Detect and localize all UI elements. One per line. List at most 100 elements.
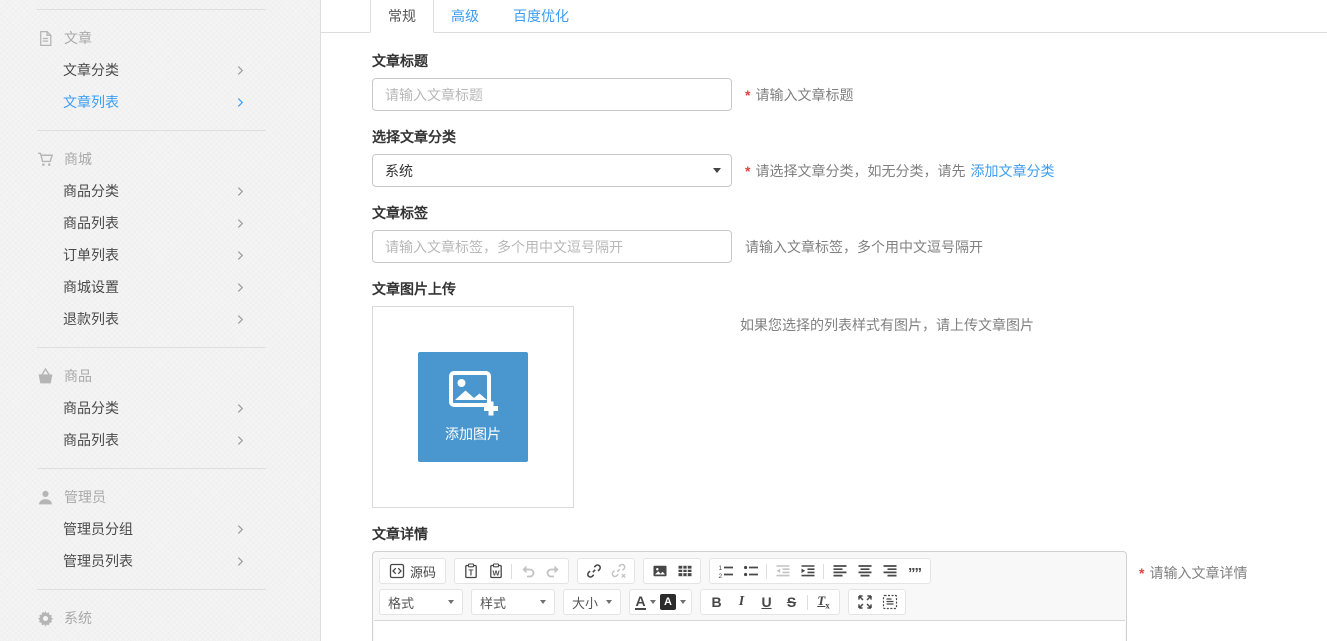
chevron-right-icon <box>237 282 244 293</box>
align-right-button[interactable] <box>877 560 902 582</box>
add-image-button[interactable]: 添加图片 <box>418 352 528 462</box>
insert-image-button[interactable] <box>647 560 672 582</box>
strikethrough-button[interactable]: S <box>779 591 804 613</box>
blockquote-button[interactable]: ”” <box>902 560 927 582</box>
paste-word-button[interactable]: W <box>483 560 508 582</box>
sidebar-item-admin-list[interactable]: 管理员列表 <box>37 545 266 577</box>
article-detail-hint: * 请输入文章详情 <box>1139 563 1247 583</box>
background-color-button[interactable]: A <box>658 591 688 613</box>
tab-bar: 常规 高级 百度优化 <box>321 0 1327 33</box>
sidebar-item-article-category[interactable]: 文章分类 <box>37 54 266 86</box>
increase-indent-button[interactable] <box>795 560 820 582</box>
toolbar-separator <box>807 595 808 610</box>
numbered-list-icon: 12 <box>718 563 734 579</box>
editor-content-area[interactable] <box>374 620 1125 641</box>
decrease-indent-button[interactable] <box>770 560 795 582</box>
source-code-button[interactable]: 源码 <box>383 560 442 582</box>
paste-text-icon: T <box>463 563 479 579</box>
sidebar-item-refund-list[interactable]: 退款列表 <box>37 303 266 335</box>
sidebar-header-label: 文章 <box>64 28 92 48</box>
italic-button[interactable]: I <box>729 591 754 613</box>
sidebar-header-label: 商品 <box>64 366 92 386</box>
bulleted-list-button[interactable] <box>738 560 763 582</box>
sidebar-item-order-list[interactable]: 订单列表 <box>37 239 266 271</box>
sidebar-item-mall-goods-list[interactable]: 商品列表 <box>37 207 266 239</box>
source-code-icon <box>389 563 405 579</box>
add-image-button-label: 添加图片 <box>445 424 501 444</box>
font-size-dropdown[interactable]: 大小 <box>563 589 621 615</box>
sidebar-item-goods-category[interactable]: 商品分类 <box>37 392 266 424</box>
text-color-button[interactable]: A <box>633 591 658 613</box>
field-article-title: 文章标题 * 请输入文章标题 <box>372 51 1327 111</box>
sidebar-item-basic-info[interactable]: 基本信息 <box>37 634 266 641</box>
format-dropdown[interactable]: 格式 <box>379 589 463 615</box>
basket-icon <box>37 368 54 385</box>
underline-button[interactable]: U <box>754 591 779 613</box>
link-icon <box>586 563 602 579</box>
insert-table-button[interactable] <box>672 560 697 582</box>
field-article-image: 文章图片上传 添加图片 <box>372 279 1327 508</box>
article-tags-hint: 请输入文章标签，多个用中文逗号隔开 <box>745 237 983 257</box>
sidebar-item-mall-goods-category[interactable]: 商品分类 <box>37 175 266 207</box>
undo-icon <box>520 563 536 579</box>
admin-user-icon <box>37 489 54 506</box>
article-category-select[interactable]: 系统 <box>372 154 732 187</box>
tab-general[interactable]: 常规 <box>370 0 434 33</box>
chevron-right-icon <box>237 556 244 567</box>
align-left-button[interactable] <box>827 560 852 582</box>
main-content: 常规 高级 百度优化 文章标题 * 请输入文章标题 选择文章分类 <box>321 0 1327 641</box>
align-center-button[interactable] <box>852 560 877 582</box>
article-tags-input[interactable] <box>372 230 732 263</box>
dropdown-caret-icon <box>448 600 454 604</box>
sidebar-item-goods-list[interactable]: 商品列表 <box>37 424 266 456</box>
sidebar-section-article: 文章 文章分类 文章列表 <box>37 10 320 130</box>
gear-icon <box>37 610 54 627</box>
sidebar-header-article: 文章 <box>37 22 320 54</box>
tab-baidu-seo[interactable]: 百度优化 <box>496 0 586 32</box>
document-icon <box>37 30 54 47</box>
article-category-selected-value: 系统 <box>385 161 413 181</box>
show-blocks-button[interactable] <box>877 591 902 613</box>
dropdown-caret-icon <box>606 600 612 604</box>
article-title-label: 文章标题 <box>372 51 1327 71</box>
field-article-category: 选择文章分类 系统 * 请选择文章分类，如无分类，请先 添加文章分类 <box>372 127 1327 187</box>
tab-advanced[interactable]: 高级 <box>434 0 496 32</box>
article-image-upload-box[interactable]: 添加图片 <box>372 306 574 508</box>
article-detail-label: 文章详情 <box>372 524 1327 544</box>
article-category-label: 选择文章分类 <box>372 127 1327 147</box>
chevron-right-icon <box>237 218 244 229</box>
chevron-right-icon <box>237 435 244 446</box>
maximize-button[interactable] <box>852 591 877 613</box>
select-caret-icon <box>713 168 721 173</box>
article-title-input[interactable] <box>372 78 732 111</box>
cart-icon <box>37 151 54 168</box>
chevron-right-icon <box>237 97 244 108</box>
unlink-button[interactable] <box>606 560 631 582</box>
sidebar-header-label: 管理员 <box>64 487 106 507</box>
redo-button[interactable] <box>540 560 565 582</box>
svg-text:T: T <box>468 569 473 578</box>
link-button[interactable] <box>581 560 606 582</box>
chevron-right-icon <box>237 524 244 535</box>
style-dropdown[interactable]: 样式 <box>471 589 555 615</box>
bold-button[interactable]: B <box>704 591 729 613</box>
svg-text:W: W <box>492 569 500 578</box>
article-title-hint: * 请输入文章标题 <box>745 85 853 105</box>
undo-button[interactable] <box>515 560 540 582</box>
numbered-list-button[interactable]: 12 <box>713 560 738 582</box>
add-article-category-link[interactable]: 添加文章分类 <box>970 161 1054 181</box>
paste-text-button[interactable]: T <box>458 560 483 582</box>
chevron-right-icon <box>237 65 244 76</box>
paste-word-icon: W <box>488 563 504 579</box>
align-left-icon <box>832 563 848 579</box>
sidebar-header-label: 系统 <box>64 608 92 628</box>
text-color-icon: A <box>635 594 645 610</box>
sidebar-section-mall: 商城 商品分类 商品列表 订单列表 商城设置 退款列表 <box>37 131 320 347</box>
sidebar-item-mall-settings[interactable]: 商城设置 <box>37 271 266 303</box>
remove-format-button[interactable]: Tx <box>811 591 836 613</box>
sidebar-item-admin-group[interactable]: 管理员分组 <box>37 513 266 545</box>
sidebar-item-article-list[interactable]: 文章列表 <box>37 86 266 118</box>
table-icon <box>677 563 693 579</box>
field-article-tags: 文章标签 请输入文章标签，多个用中文逗号隔开 <box>372 203 1327 263</box>
background-color-icon: A <box>660 594 676 610</box>
